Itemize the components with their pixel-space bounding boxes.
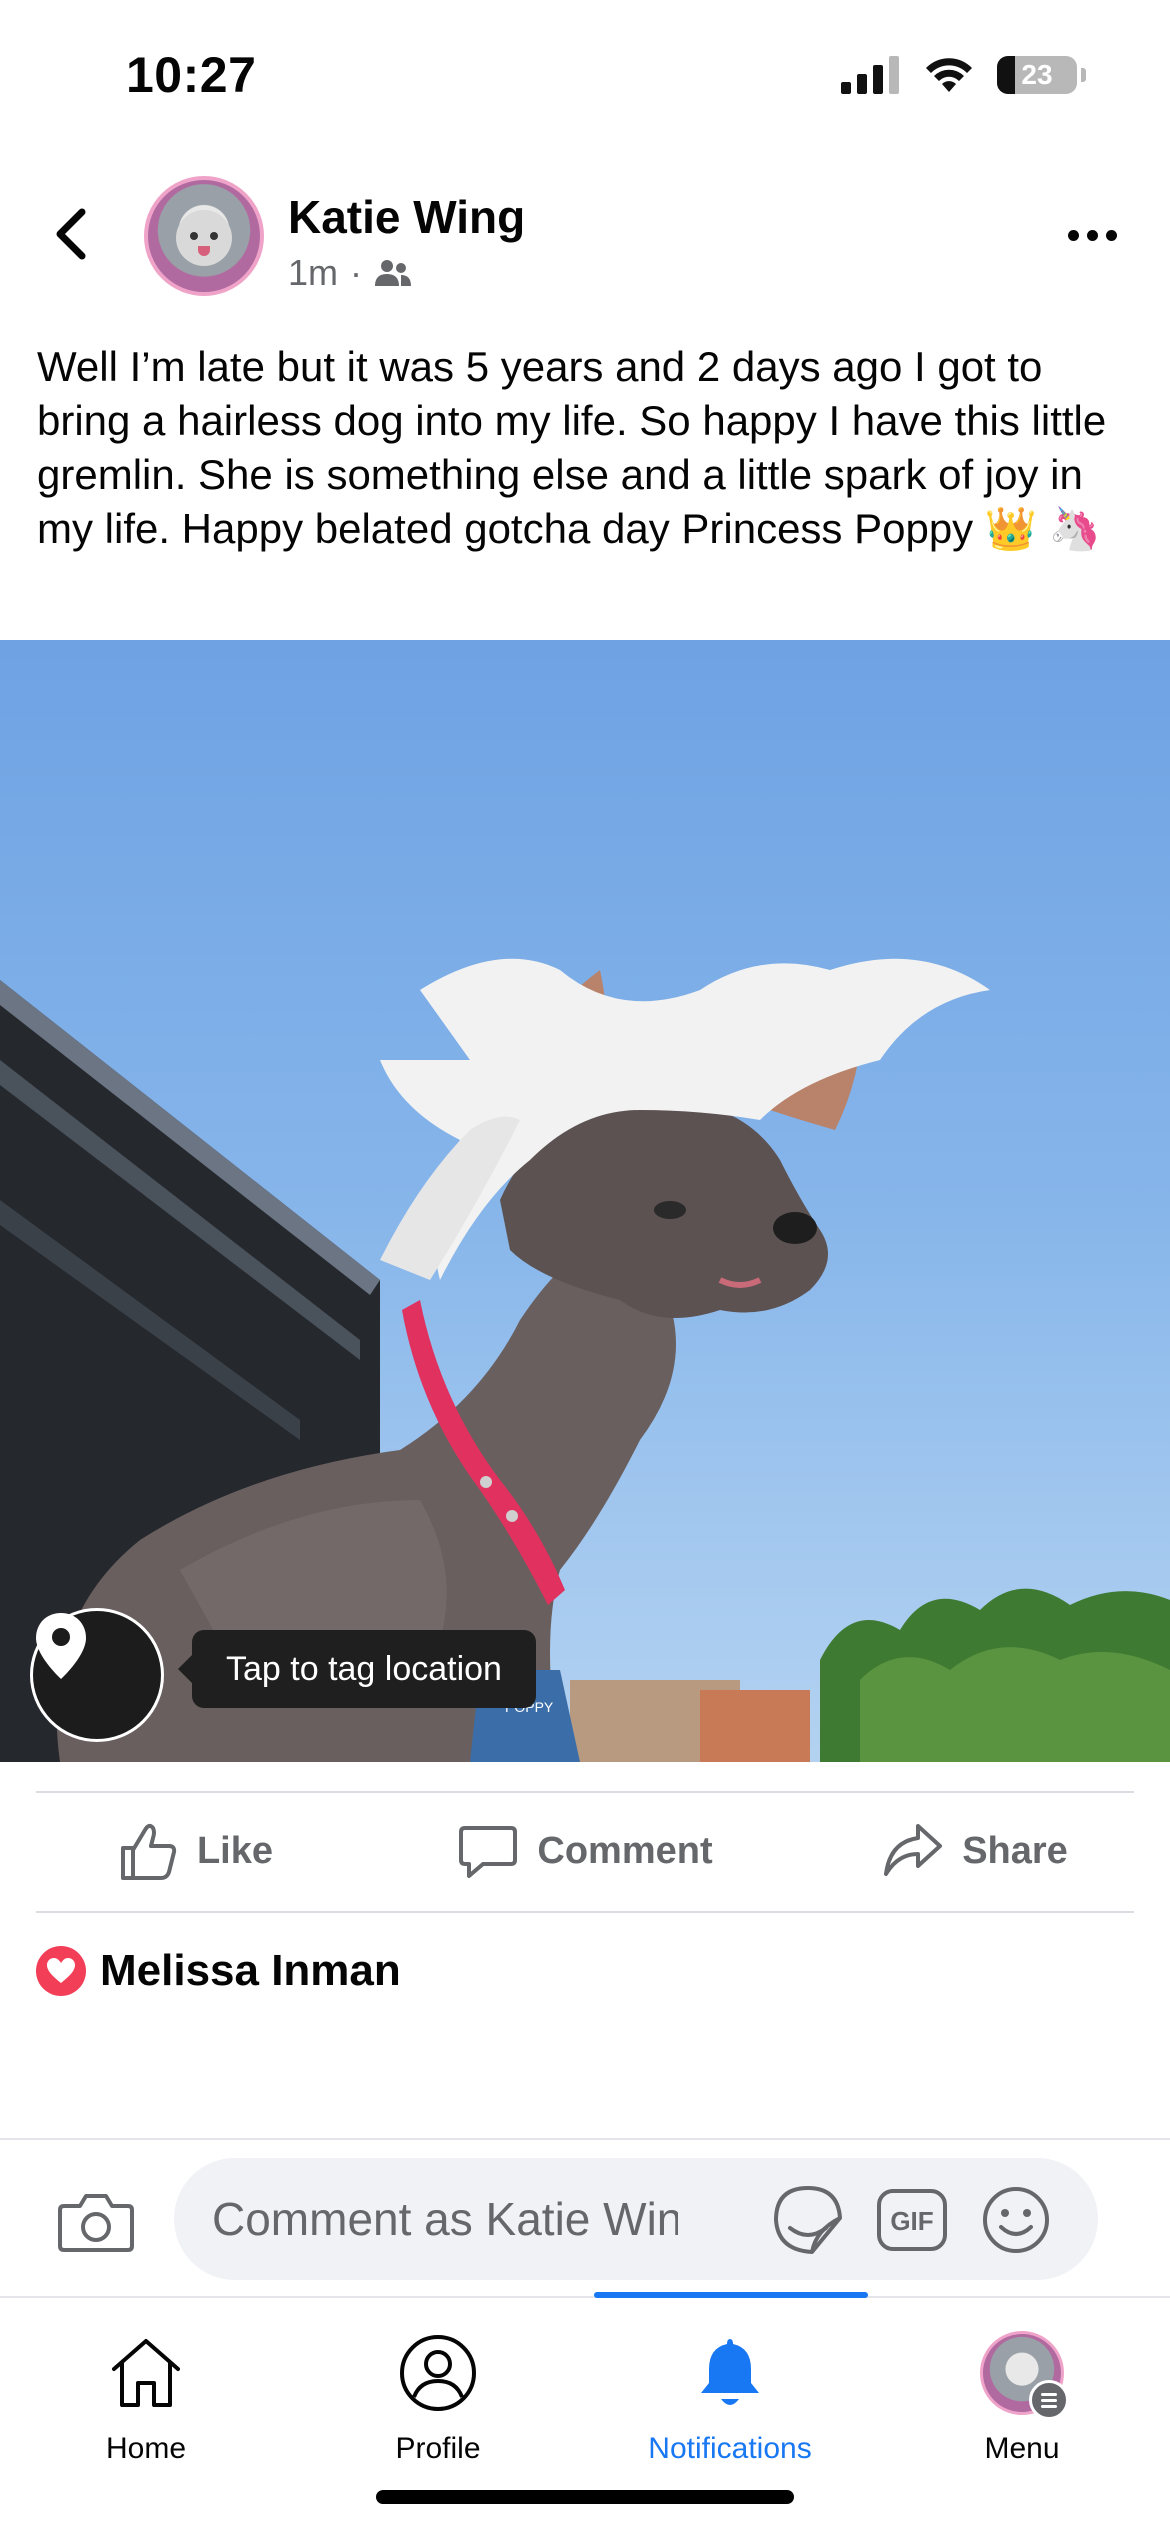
menu-avatar (977, 2328, 1069, 2420)
chevron-left-icon (56, 208, 86, 260)
friends-icon (375, 260, 412, 286)
share-button[interactable]: Share (780, 1792, 1170, 1910)
post-header: Katie Wing 1m · (0, 170, 1170, 300)
tab-home[interactable]: Home (0, 2298, 292, 2532)
share-icon (884, 1824, 943, 1876)
dog-photo-illustration: POPPY (0, 958, 1170, 1762)
status-time: 10:27 (126, 47, 257, 103)
bell-icon (685, 2328, 775, 2418)
comment-label: Comment (537, 1829, 713, 1872)
thumbs-up-icon (120, 1823, 177, 1880)
reactor-names: Melissa Inman (100, 1946, 401, 1995)
author-name[interactable]: Katie Wing (288, 190, 525, 244)
divider (36, 1911, 1134, 1913)
sticker-button[interactable] (770, 2182, 846, 2258)
reactions-summary[interactable]: Melissa Inman (36, 1946, 401, 1996)
post-meta: 1m · (288, 252, 412, 294)
comment-field-icons: GIF (770, 2182, 1054, 2258)
location-pin-icon (36, 1613, 86, 1679)
author-avatar[interactable] (144, 176, 264, 296)
home-icon (101, 2328, 191, 2418)
wifi-icon (926, 58, 972, 92)
status-icons: 23 (841, 56, 1086, 94)
post-text: Well I’m late but it was 5 years and 2 d… (37, 343, 1107, 552)
tag-location-button[interactable] (30, 1608, 164, 1742)
gif-icon: GIF (877, 2189, 947, 2251)
tab-menu-label: Menu (984, 2432, 1060, 2465)
emoji-icon (983, 2187, 1049, 2253)
tab-notifications-label: Notifications (648, 2432, 812, 2465)
camera-button[interactable] (56, 2182, 136, 2262)
sticker-icon (774, 2186, 842, 2254)
tag-location-tooltip[interactable]: Tap to tag location (178, 1630, 536, 1708)
hamburger-icon (1029, 2380, 1069, 2420)
like-label: Like (196, 1829, 274, 1872)
comment-icon (459, 1826, 518, 1878)
like-button[interactable]: Like (0, 1792, 390, 1910)
signal-icon (841, 56, 899, 94)
emoji-button[interactable] (978, 2182, 1054, 2258)
tab-home-label: Home (105, 2432, 187, 2465)
home-indicator (376, 2490, 794, 2504)
share-label: Share (962, 1829, 1068, 1872)
gif-label: GIF (890, 2206, 933, 2236)
profile-icon (393, 2328, 483, 2418)
post-photo[interactable]: POPPY Tap to tag location (0, 640, 1170, 1762)
status-bar: 10:27 23 (0, 0, 1170, 150)
comment-button[interactable]: Comment (390, 1792, 780, 1910)
battery-level: 23 (1021, 59, 1053, 90)
battery-icon: 23 (997, 56, 1077, 94)
gif-button[interactable]: GIF (874, 2182, 950, 2258)
tab-profile-label: Profile (395, 2432, 481, 2465)
camera-icon (58, 2194, 134, 2252)
love-reaction-icon (36, 1946, 86, 1996)
tab-menu[interactable]: Menu (876, 2298, 1168, 2532)
comment-composer: GIF (0, 2140, 1170, 2295)
post-timestamp[interactable]: 1m (288, 252, 338, 294)
post-actions: Like Comment Share (0, 1792, 1170, 1910)
back-button[interactable] (40, 202, 100, 266)
meta-separator: · (350, 252, 363, 293)
more-options-button[interactable] (1062, 220, 1122, 250)
